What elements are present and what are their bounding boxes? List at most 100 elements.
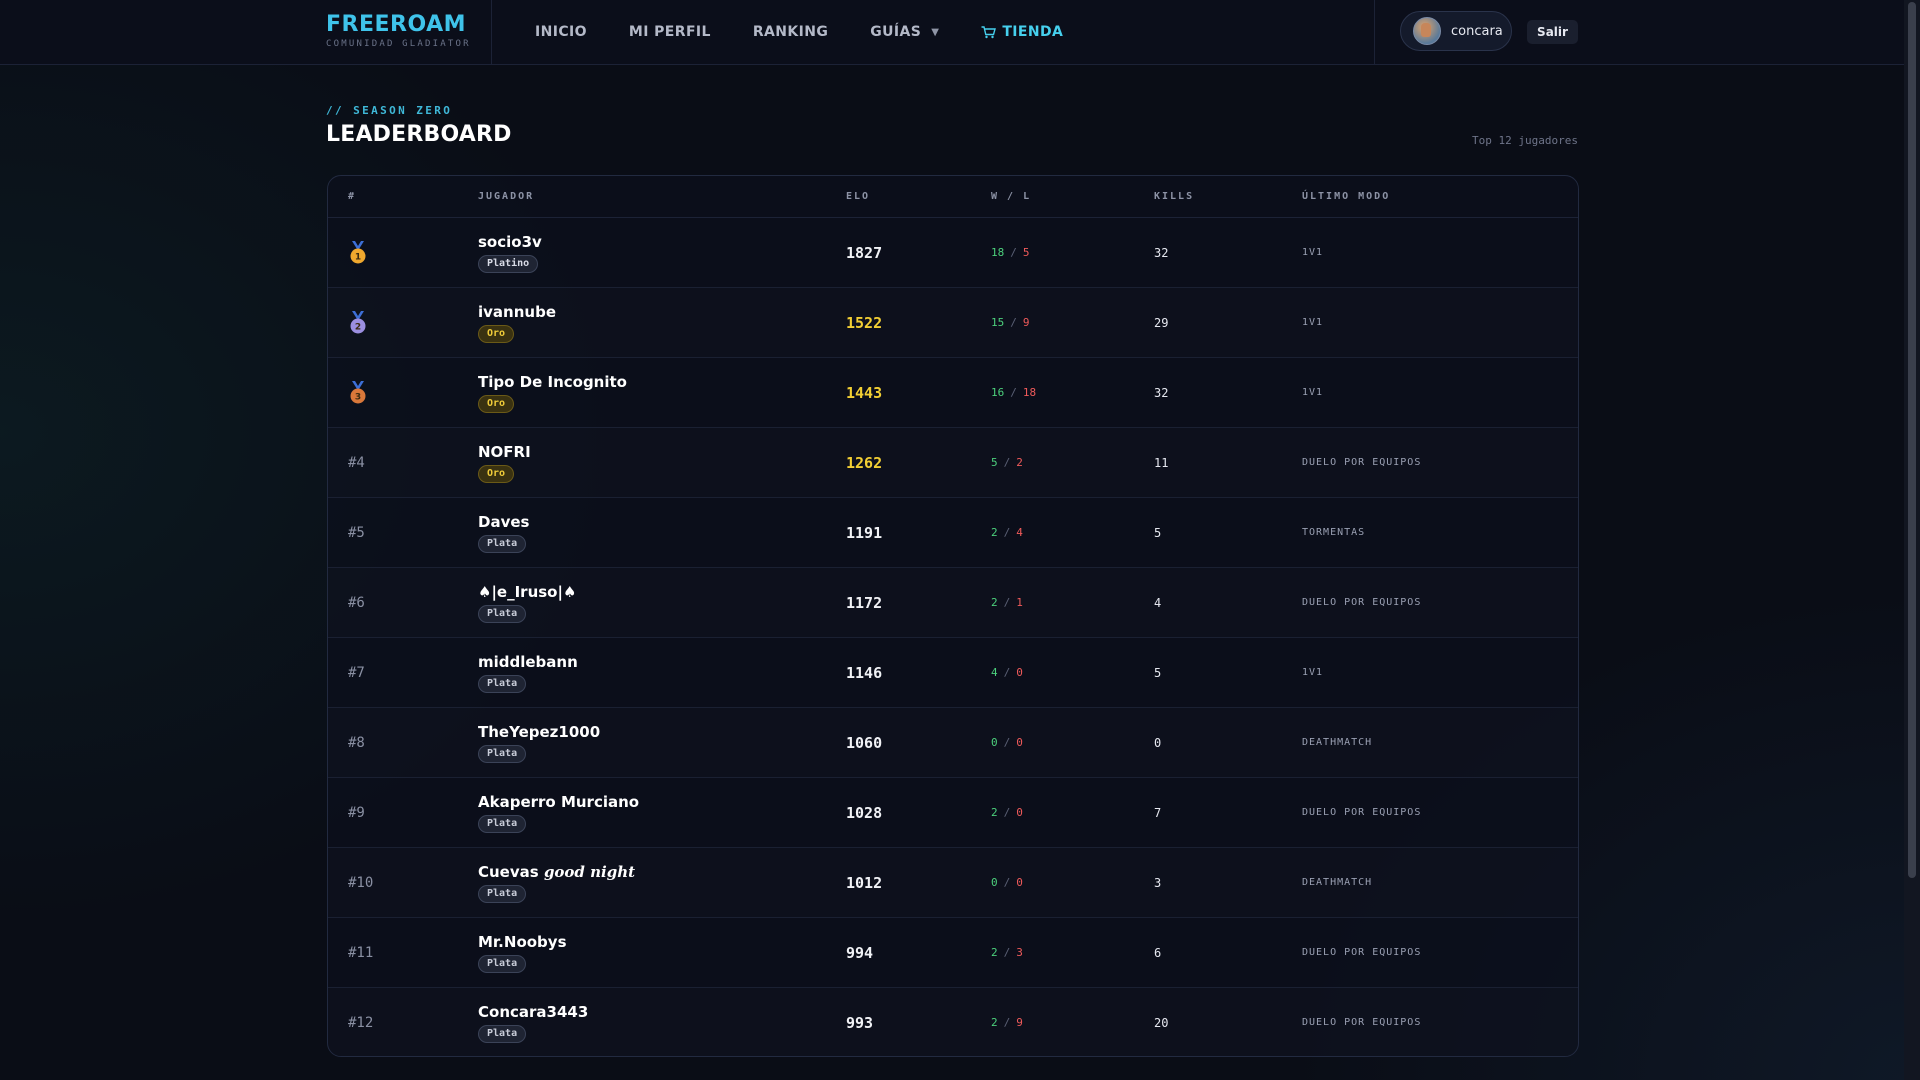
rank-cell: 3	[348, 380, 368, 405]
medal-bronze-icon: 3	[350, 380, 366, 403]
brand-name: FREEROAM	[326, 12, 466, 37]
table-row[interactable]: 1 socio3v Platino 1827 18 / 5 32 1V1	[328, 218, 1578, 288]
last-mode: DUELO POR EQUIPOS	[1302, 597, 1422, 608]
elo-value: 1172	[846, 593, 883, 612]
wl-separator: /	[1003, 736, 1011, 749]
last-mode: DEATHMATCH	[1302, 737, 1373, 748]
table-row[interactable]: #8 TheYepez1000 Plata 1060 0 / 0 0 DEATHMATCH	[328, 708, 1578, 778]
last-mode: 1V1	[1302, 667, 1324, 678]
losses-value: 0	[1016, 736, 1023, 749]
user-menu[interactable]: concara	[1400, 11, 1512, 51]
player-name-text: ivannube	[478, 302, 556, 321]
player-cell: Concara3443 Plata	[478, 1003, 588, 1043]
last-mode: 1V1	[1302, 247, 1324, 258]
player-cell: ivannube Oro	[478, 303, 556, 343]
nav-label: INICIO	[535, 24, 587, 40]
player-name[interactable]: socio3v	[478, 233, 542, 251]
wl-separator: /	[1003, 946, 1011, 959]
wl-separator: /	[1003, 666, 1011, 679]
player-name-text: Akaperro Murciano	[478, 792, 640, 811]
table-row[interactable]: 2 ivannube Oro 1522 15 / 9 29 1V1	[328, 288, 1578, 358]
table-row[interactable]: #9 Akaperro Murciano Plata 1028 2 / 0 7 DUELO PO…	[328, 778, 1578, 848]
table-row[interactable]: #11 Mr.Noobys Plata 994 2 / 3 6 DUELO POR EQUIPO…	[328, 918, 1578, 988]
elo-value: 1191	[846, 523, 883, 542]
top-navbar: FREEROAM COMUNIDAD GLADIATOR INICIO MI P…	[0, 0, 1904, 65]
chevron-down-icon: ▼	[931, 26, 940, 38]
rank-cell: #7	[348, 664, 365, 681]
player-name[interactable]: ivannube	[478, 303, 556, 321]
rank-cell: #10	[348, 874, 374, 891]
player-name[interactable]: Cuevas good night	[478, 863, 635, 881]
tier-badge: Platino	[478, 254, 539, 273]
divider	[1374, 0, 1375, 64]
table-row[interactable]: #10 Cuevas good night Plata 1012 0 / 0 3 DEATHMA…	[328, 848, 1578, 918]
wl-separator: /	[1003, 1016, 1011, 1029]
losses-value: 0	[1016, 666, 1023, 679]
player-name[interactable]: ♠|e_Iruso|♠	[478, 583, 576, 601]
player-name[interactable]: Akaperro Murciano	[478, 793, 639, 811]
table-row[interactable]: 3 Tipo De Incognito Oro 1443 16 / 18 32 1V1	[328, 358, 1578, 428]
player-name[interactable]: NOFRI	[478, 443, 531, 461]
wins-value: 2	[991, 526, 998, 539]
nav-item-tienda[interactable]: TIENDA	[981, 24, 1063, 40]
rank-cell: #6	[348, 594, 365, 611]
kills-value: 11	[1154, 455, 1169, 470]
table-row[interactable]: #6 ♠|e_Iruso|♠ Plata 1172 2 / 1 4 DUELO POR EQUI…	[328, 568, 1578, 638]
player-count: Top 12 jugadores	[1472, 134, 1578, 147]
player-name[interactable]: middlebann	[478, 653, 578, 671]
wl-separator: /	[1010, 246, 1017, 259]
avatar	[1413, 17, 1441, 45]
win-loss: 2 / 9	[991, 1016, 1023, 1029]
elo-value: 1146	[846, 663, 883, 682]
table-row[interactable]: #5 Daves Plata 1191 2 / 4 5 TORMENTAS	[328, 498, 1578, 568]
season-kicker: // SEASON ZERO	[326, 104, 453, 117]
win-loss: 2 / 3	[991, 946, 1023, 959]
page-title: LEADERBOARD	[326, 122, 512, 147]
table-body: 1 socio3v Platino 1827 18/5 32 1V1 2 ivannube Oro…	[328, 218, 1578, 1056]
win-loss: 2 / 1	[991, 596, 1023, 609]
win-loss: 5 / 2	[991, 456, 1023, 469]
last-mode: DUELO POR EQUIPOS	[1302, 1017, 1422, 1028]
table-row[interactable]: #4 NOFRI Oro 1262 5 / 2 11 DUELO POR EQUIPOS	[328, 428, 1578, 498]
cart-icon	[981, 25, 997, 38]
wl-separator: /	[1003, 806, 1011, 819]
kills-value: 7	[1154, 805, 1162, 820]
player-name-text: Tipo De Incognito	[478, 372, 627, 391]
medal-gold-icon: 1	[350, 240, 366, 263]
player-name-text: middlebann	[478, 652, 578, 671]
last-mode: DUELO POR EQUIPOS	[1302, 807, 1422, 818]
player-name[interactable]: Concara3443	[478, 1003, 588, 1021]
nav-item-inicio[interactable]: INICIO	[535, 24, 587, 40]
brand-logo[interactable]: FREEROAM COMUNIDAD GLADIATOR	[326, 12, 471, 50]
tier-badge: Plata	[478, 1024, 527, 1043]
player-name[interactable]: Mr.Noobys	[478, 933, 567, 951]
nav-item-mi-perfil[interactable]: MI PERFIL	[629, 24, 711, 40]
user-name: concara	[1451, 23, 1503, 39]
player-name[interactable]: Tipo De Incognito	[478, 373, 627, 391]
logout-button[interactable]: Salir	[1527, 20, 1578, 44]
last-mode: DUELO POR EQUIPOS	[1302, 947, 1422, 958]
column-header-rank: #	[348, 191, 357, 202]
wins-value: 2	[991, 596, 998, 609]
player-name[interactable]: Daves	[478, 513, 529, 531]
wl-separator: /	[1003, 456, 1011, 469]
kills-value: 3	[1154, 875, 1162, 890]
table-row[interactable]: #7 middlebann Plata 1146 4 / 0 5 1V1	[328, 638, 1578, 708]
nav-item-ranking[interactable]: RANKING	[753, 24, 828, 40]
rank-cell: #5	[348, 524, 365, 541]
win-loss: 0 / 0	[991, 876, 1023, 889]
table-row[interactable]: #12 Concara3443 Plata 993 2 / 9 20 DUELO POR EQU…	[328, 988, 1578, 1056]
player-name[interactable]: TheYepez1000	[478, 723, 600, 741]
column-header-wl: W / L	[991, 191, 1032, 202]
medal-number: 1	[355, 252, 361, 262]
tier-badge: Oro	[478, 464, 515, 483]
nav-label: TIENDA	[1002, 24, 1064, 40]
wins-value: 16	[991, 386, 1005, 399]
tier-badge: Oro	[478, 324, 515, 343]
elo-value: 994	[846, 943, 874, 962]
last-mode: DEATHMATCH	[1302, 877, 1373, 888]
player-name-text: Cuevas	[478, 862, 539, 881]
scrollbar-thumb[interactable]	[1908, 2, 1916, 878]
scrollbar[interactable]	[1904, 0, 1920, 1080]
nav-item-guias[interactable]: GUÍAS ▼	[870, 24, 939, 40]
